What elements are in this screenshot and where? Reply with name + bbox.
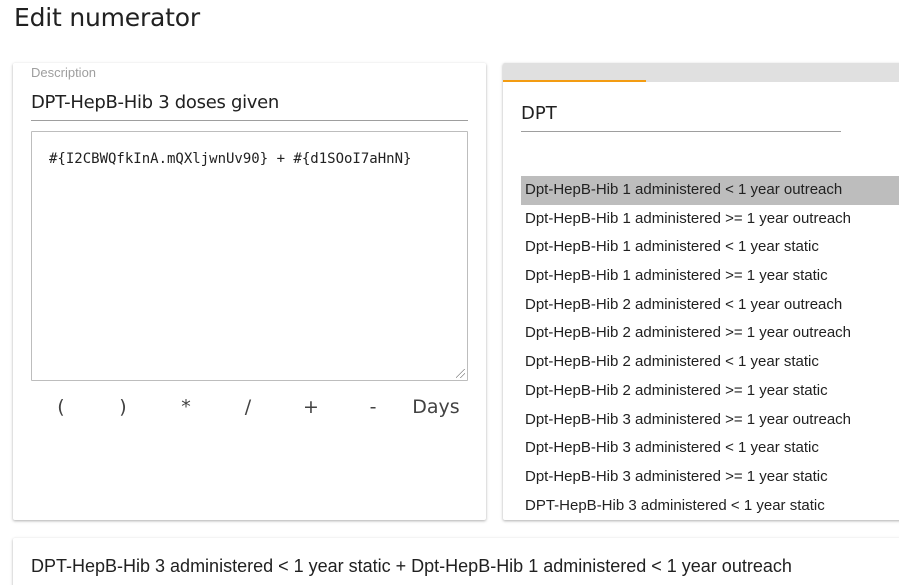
list-item[interactable]: Dpt-HepB-Hib 3 administered < 1 year sta… — [521, 434, 899, 463]
resize-handle-icon[interactable] — [456, 369, 465, 378]
data-element-picker-card: DPT Dpt-HepB-Hib 1 administered < 1 year… — [503, 63, 899, 520]
description-underline — [31, 120, 468, 121]
list-item[interactable]: Dpt-HepB-Hib 2 administered >= 1 year st… — [521, 377, 899, 406]
active-tab-indicator[interactable] — [503, 80, 646, 82]
search-input[interactable]: DPT — [521, 103, 557, 124]
search-underline — [521, 131, 841, 132]
description-input[interactable]: DPT-HepB-Hib 3 doses given — [31, 92, 279, 113]
numerator-editor-card: Description DPT-HepB-Hib 3 doses given #… — [13, 63, 486, 520]
tab-bar — [503, 63, 899, 82]
list-item[interactable]: Dpt-HepB-Hib 1 administered >= 1 year st… — [521, 262, 899, 291]
open-paren-button[interactable]: ( — [41, 396, 81, 418]
formula-text: #{I2CBWQfkInA.mQXljwnUv90} + #{d1SOoI7aH… — [49, 151, 412, 167]
list-item[interactable]: Dpt-HepB-Hib 1 administered < 1 year sta… — [521, 233, 899, 262]
plus-button[interactable]: + — [291, 396, 331, 418]
list-item[interactable]: DPT-HepB-Hib 3 administered < 1 year sta… — [521, 492, 899, 520]
days-button[interactable]: Days — [406, 396, 466, 418]
list-item[interactable]: Dpt-HepB-Hib 2 administered < 1 year out… — [521, 291, 899, 320]
formula-preview: DPT-HepB-Hib 3 administered < 1 year sta… — [31, 556, 792, 576]
formula-textarea[interactable]: #{I2CBWQfkInA.mQXljwnUv90} + #{d1SOoI7aH… — [31, 131, 468, 381]
list-item[interactable]: Dpt-HepB-Hib 3 administered >= 1 year ou… — [521, 406, 899, 435]
multiply-button[interactable]: * — [166, 396, 206, 418]
list-item[interactable]: Dpt-HepB-Hib 1 administered < 1 year out… — [521, 176, 899, 205]
formula-preview-card: DPT-HepB-Hib 3 administered < 1 year sta… — [13, 538, 899, 585]
page-title: Edit numerator — [14, 3, 200, 32]
divide-button[interactable]: / — [228, 396, 268, 418]
options-list: Dpt-HepB-Hib 1 administered < 1 year out… — [521, 176, 899, 520]
list-item[interactable]: Dpt-HepB-Hib 3 administered >= 1 year st… — [521, 463, 899, 492]
operator-bar: ( ) * / + - Days — [31, 396, 468, 424]
minus-button[interactable]: - — [353, 396, 393, 418]
close-paren-button[interactable]: ) — [103, 396, 143, 418]
description-label: Description — [31, 65, 97, 80]
list-item[interactable]: Dpt-HepB-Hib 1 administered >= 1 year ou… — [521, 205, 899, 234]
list-item[interactable]: Dpt-HepB-Hib 2 administered >= 1 year ou… — [521, 319, 899, 348]
list-item[interactable]: Dpt-HepB-Hib 2 administered < 1 year sta… — [521, 348, 899, 377]
